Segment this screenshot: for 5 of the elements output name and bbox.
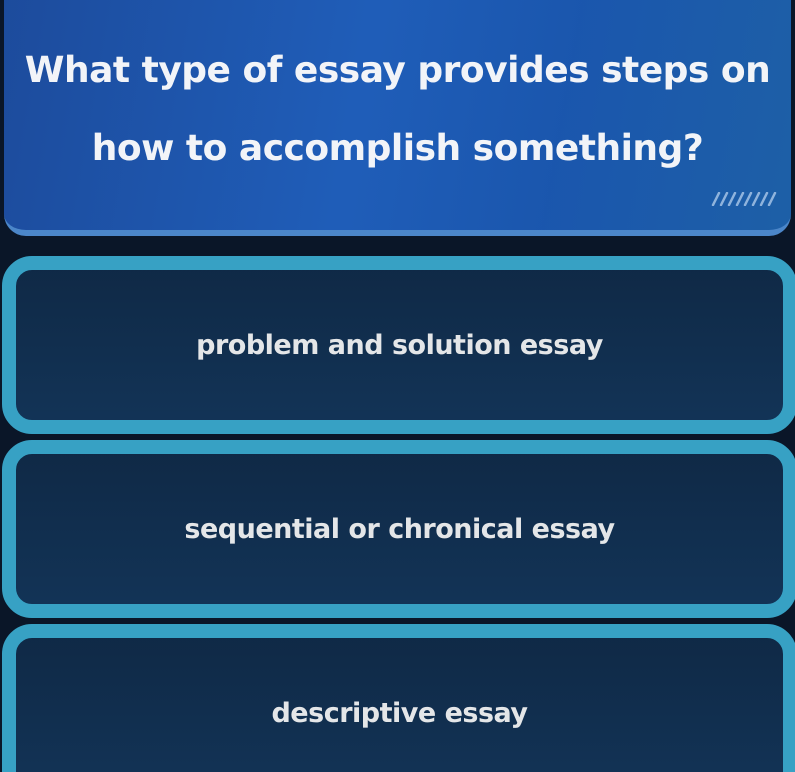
question-text: What type of essay provides steps on how to accomplish something?	[24, 49, 772, 171]
hatch-marks-icon	[711, 192, 777, 206]
answer-option[interactable]: descriptive essay	[2, 624, 795, 772]
answer-option[interactable]: sequential or chronical essay	[2, 440, 795, 618]
answer-option[interactable]: problem and solution essay	[2, 256, 795, 434]
